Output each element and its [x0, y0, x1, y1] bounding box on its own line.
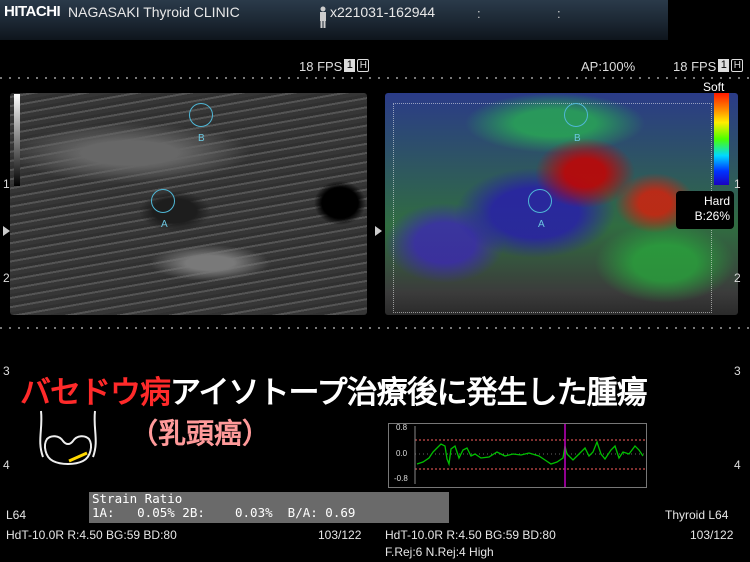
title-white-part: アイソトープ治療後に発生した腫瘍: [170, 375, 648, 411]
maker-logo: HITACHI: [4, 3, 61, 20]
patient-icon: [320, 6, 326, 28]
depth-label: 4: [3, 458, 10, 472]
header-separator: :: [477, 6, 481, 21]
roi-circle-b[interactable]: [564, 103, 588, 127]
strain-ratio-values: 1A: 0.05% 2B: 0.03% B/A: 0.69: [92, 505, 356, 520]
patient-id: x221031-162944: [330, 4, 436, 20]
harmonic-badge: H: [357, 59, 370, 72]
right-fps-indicator: 18 FPS 1 H: [673, 59, 744, 74]
roi-circle-b[interactable]: [189, 103, 213, 127]
roi-label-b: B: [198, 133, 205, 144]
depth-label: 2: [734, 271, 741, 285]
graph-y-label: 0.0: [396, 449, 408, 458]
rejection-settings: F.Rej:6 N.Rej:4 High: [385, 545, 494, 559]
left-probe: L64: [6, 508, 27, 522]
header-separator: :: [557, 6, 561, 21]
frame-badge: 1: [344, 59, 356, 72]
hard-label-box: Hard B:26%: [676, 191, 734, 229]
header-blank-area: [668, 0, 750, 40]
elastography-roi-box: [393, 103, 712, 313]
graph-y-label: -0.8: [394, 474, 408, 483]
roi-label-a: A: [538, 219, 545, 230]
strain-graph: [388, 423, 647, 488]
roi-label-b: B: [574, 133, 581, 144]
left-frame-count: 103/122: [318, 528, 362, 542]
left-fps: 18 FPS: [299, 59, 343, 74]
elasticity-colorbar: [714, 93, 729, 185]
left-fps-indicator: 18 FPS 1 H: [299, 59, 370, 74]
right-fps: 18 FPS: [673, 59, 717, 74]
title-red-part: バセドウ病: [20, 375, 171, 411]
strain-ratio-heading: Strain Ratio: [92, 491, 183, 506]
case-subtitle: （乳頭癌）: [130, 417, 271, 450]
focus-marker-icon: [3, 226, 10, 236]
acoustic-power: AP:100%: [581, 59, 636, 74]
soft-label: Soft: [703, 80, 725, 94]
graph-y-label: 0.8: [396, 423, 408, 432]
case-title: バセドウ病アイソトープ治療後に発生した腫瘍: [20, 367, 648, 412]
grayscale-bar: [14, 94, 20, 186]
top-scale-dots: [0, 77, 750, 79]
right-params: HdT-10.0R R:4.50 BG:59 BD:80: [385, 528, 556, 542]
strain-ratio-panel: Strain Ratio 1A: 0.05% 2B: 0.03% B/A: 0.…: [89, 492, 449, 523]
depth-label: 4: [734, 458, 741, 472]
thyroid-bodymark-icon: [39, 410, 97, 465]
depth-label: 2: [3, 271, 10, 285]
hard-label: Hard: [703, 194, 730, 208]
bmode-image: [10, 93, 367, 315]
roi-circle-a[interactable]: [151, 189, 175, 213]
roi-circle-a[interactable]: [528, 189, 552, 213]
frame-badge: 1: [718, 59, 730, 72]
bottom-scale-dots: [0, 327, 750, 329]
roi-label-a: A: [161, 219, 168, 230]
right-probe: Thyroid L64: [665, 508, 729, 522]
right-frame-count: 103/122: [690, 528, 734, 542]
harmonic-badge: H: [731, 59, 744, 72]
depth-label: 1: [3, 177, 10, 191]
focus-marker-icon: [375, 226, 382, 236]
b-ratio: B:26%: [694, 209, 730, 223]
depth-label: 1: [734, 177, 741, 191]
clinic-name: NAGASAKI Thyroid CLINIC: [68, 4, 240, 20]
depth-label: 3: [734, 364, 741, 378]
depth-label: 3: [3, 364, 10, 378]
left-params: HdT-10.0R R:4.50 BG:59 BD:80: [6, 528, 177, 542]
